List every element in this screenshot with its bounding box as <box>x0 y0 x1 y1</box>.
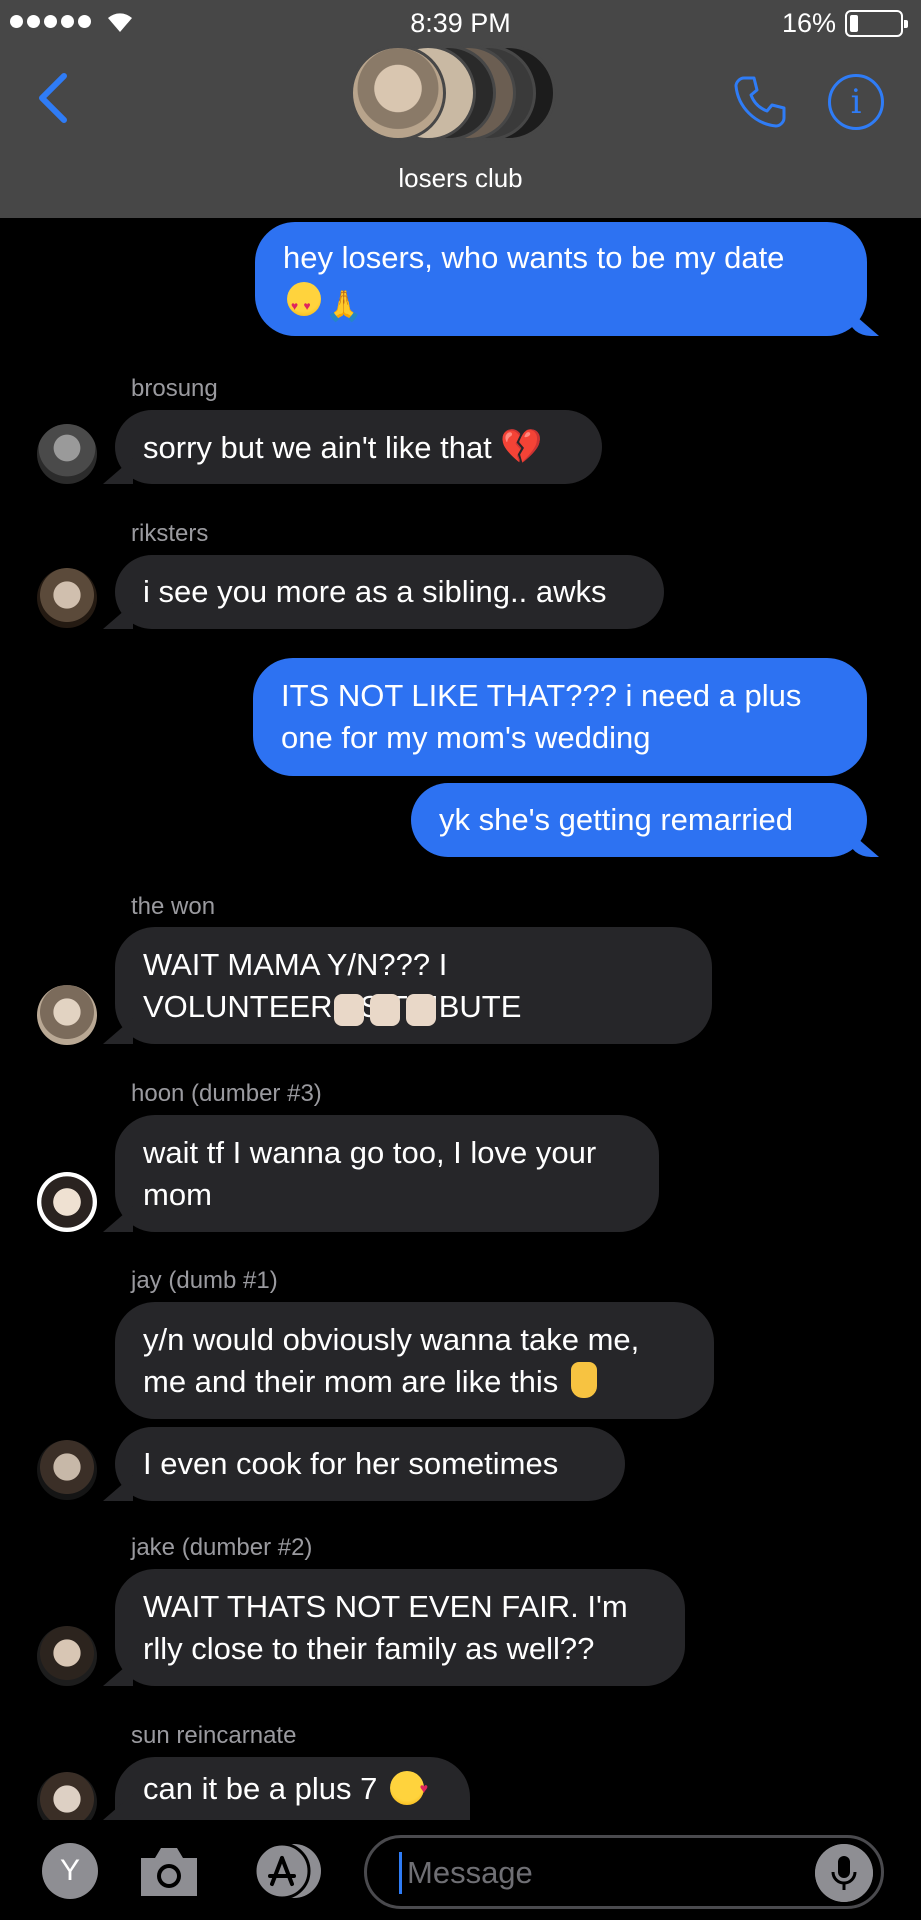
message-bubble-incoming[interactable]: WAIT THATS NOT EVEN FAIR. I'm rlly close… <box>115 1569 685 1686</box>
text-cursor <box>399 1852 402 1894</box>
avatar[interactable] <box>37 1440 97 1500</box>
message-text: wait tf I wanna go too, I love your mom <box>143 1134 597 1212</box>
sender-name: brosung <box>131 375 218 402</box>
message-text: y/n would obviously wanna take me, me an… <box>143 1321 640 1399</box>
avatar[interactable] <box>37 568 97 628</box>
message-input-container[interactable] <box>364 1835 884 1909</box>
message-bubble-outgoing[interactable]: ITS NOT LIKE THAT??? i need a plus one f… <box>253 658 867 776</box>
message-text: yk she's getting remarried <box>439 802 793 837</box>
message-bubble-incoming[interactable]: wait tf I wanna go too, I love your mom <box>115 1115 659 1232</box>
app-store-icon[interactable] <box>248 1842 328 1900</box>
raising-hand-emoji-icon <box>334 994 364 1026</box>
sender-name: the won <box>131 893 216 920</box>
avatar[interactable] <box>37 1626 97 1686</box>
avatar[interactable] <box>37 424 97 484</box>
praying-hands-emoji-icon: 🙏 <box>325 290 363 323</box>
camera-icon[interactable] <box>137 1842 201 1900</box>
back-chevron-icon[interactable] <box>30 68 80 128</box>
app-drawer-button[interactable]: Y <box>42 1843 98 1899</box>
avatar[interactable] <box>37 985 97 1045</box>
group-name[interactable]: losers club <box>0 163 921 194</box>
avatar[interactable] <box>37 1172 97 1232</box>
raising-hand-emoji-icon <box>406 994 436 1026</box>
status-bar: 8:39 PM 16% <box>0 0 921 46</box>
battery-icon <box>845 10 908 37</box>
message-text: WAIT THATS NOT EVEN FAIR. I'm rlly close… <box>143 1588 628 1666</box>
message-bubble-incoming[interactable]: y/n would obviously wanna take me, me an… <box>115 1302 714 1419</box>
message-text: I even cook for her sometimes <box>143 1446 559 1481</box>
sender-name: sun reincarnate <box>131 1722 297 1749</box>
message-input[interactable] <box>407 1850 777 1896</box>
message-text: ITS NOT LIKE THAT??? i need a plus one f… <box>281 678 802 755</box>
message-bubble-incoming[interactable]: WAIT MAMA Y/N??? I VOLUNTEER AS TRIBUTE <box>115 927 712 1044</box>
group-avatar-stack[interactable] <box>350 45 570 141</box>
message-bubble-incoming[interactable]: sorry but we ain't like that 💔 <box>115 410 602 484</box>
broken-heart-emoji-icon: 💔 <box>500 427 543 466</box>
message-text: sorry but we ain't like that <box>143 429 492 465</box>
raising-hand-emoji-icon <box>370 994 400 1026</box>
microphone-icon[interactable] <box>815 1844 873 1902</box>
sender-name: jake (dumber #2) <box>131 1534 313 1561</box>
message-bubble-outgoing[interactable]: hey losers, who wants to be my date 🙏 <box>255 222 867 336</box>
message-bubble-incoming[interactable]: i see you more as a sibling.. awks <box>115 555 664 629</box>
battery-fill <box>850 15 858 32</box>
battery-percentage: 16% <box>781 8 836 38</box>
smiling-face-with-hearts-emoji-icon <box>390 1767 428 1809</box>
message-bubble-outgoing[interactable]: yk she's getting remarried <box>411 783 867 857</box>
avatar <box>350 45 446 141</box>
info-icon[interactable]: i <box>828 74 884 130</box>
crossed-fingers-emoji-icon <box>570 1361 597 1398</box>
sender-name: hoon (dumber #3) <box>131 1080 322 1107</box>
phone-icon[interactable] <box>730 72 790 132</box>
conversation-header: 8:39 PM 16% i losers club <box>0 0 921 218</box>
message-composer-bar: Y <box>0 1820 921 1920</box>
message-text: i see you more as a sibling.. awks <box>143 574 607 609</box>
message-bubble-incoming[interactable]: can it be a plus 7 <box>115 1757 470 1820</box>
heart-eyes-emoji-icon <box>287 282 321 327</box>
sender-name: jay (dumb #1) <box>131 1267 278 1294</box>
message-text: hey losers, who wants to be my date <box>283 240 785 275</box>
sender-name: riksters <box>131 520 209 547</box>
message-bubble-incoming[interactable]: I even cook for her sometimes <box>115 1427 625 1501</box>
message-text: can it be a plus 7 <box>143 1770 378 1806</box>
